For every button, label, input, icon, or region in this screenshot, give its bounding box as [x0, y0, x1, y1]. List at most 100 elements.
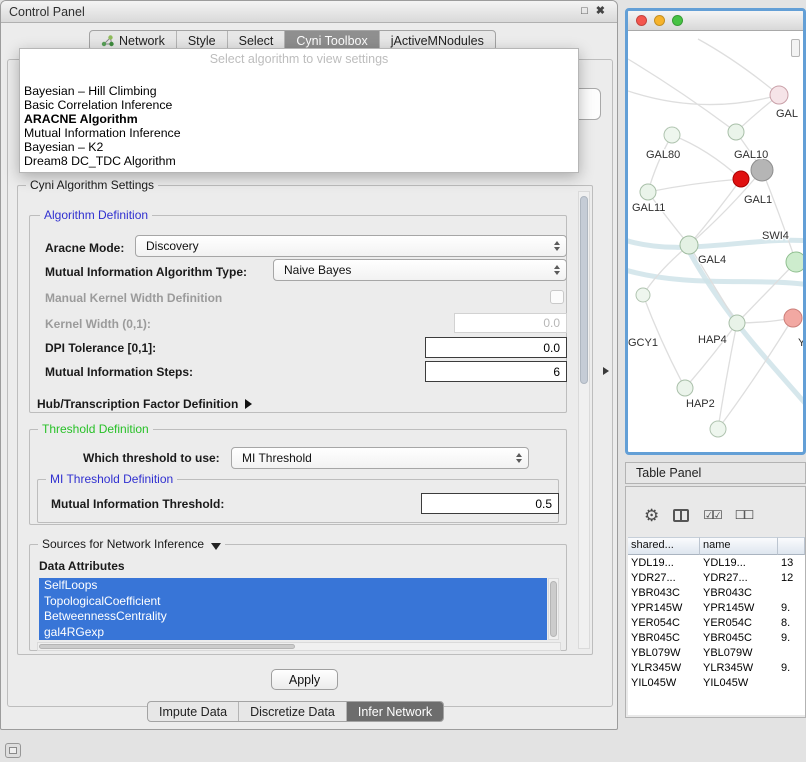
which-threshold-combobox[interactable]: MI Threshold: [231, 447, 529, 469]
kernel-width-label: Kernel Width (0,1):: [45, 317, 151, 331]
network-edge[interactable]: [648, 179, 741, 192]
table-row[interactable]: YBR043CYBR043C: [628, 585, 805, 600]
minimized-panel-icon[interactable]: [5, 743, 21, 758]
settings-vertical-scrollbar[interactable]: [578, 191, 590, 649]
network-edge[interactable]: [643, 245, 689, 295]
network-edge[interactable]: [762, 170, 796, 262]
network-edge[interactable]: [672, 135, 741, 179]
table-toolbar: ⚙ ☑☑ ☐☐: [626, 501, 805, 529]
kernel-width-field[interactable]: 0.0: [454, 313, 567, 333]
splitter-arrow[interactable]: [603, 367, 609, 375]
network-window-titlebar[interactable]: [628, 11, 803, 31]
aracne-mode-combobox[interactable]: Discovery: [135, 235, 567, 257]
network-node[interactable]: [770, 86, 788, 104]
tab-discretize-data[interactable]: Discretize Data: [239, 702, 347, 721]
table-panel-title: Table Panel: [636, 466, 701, 480]
network-edge[interactable]: [689, 170, 762, 245]
network-edge[interactable]: [648, 192, 689, 245]
unselect-all-columns-icon[interactable]: ☐☐: [735, 509, 753, 521]
algorithm-option[interactable]: Basic Correlation Inference: [20, 98, 578, 112]
node-label: SWI4: [762, 230, 789, 242]
algorithm-option[interactable]: Mutual Information Inference: [20, 126, 578, 140]
close-traffic-light[interactable]: [636, 15, 647, 26]
float-window-icon[interactable]: □: [577, 4, 592, 19]
select-all-columns-icon[interactable]: ☑☑: [703, 509, 721, 521]
network-edge[interactable]: [648, 135, 672, 192]
table-row[interactable]: YIL045WYIL045W: [628, 675, 805, 690]
cyni-settings-group-title: Cyni Algorithm Settings: [26, 178, 158, 192]
data-attribute-item[interactable]: SelfLoops: [39, 578, 547, 594]
table-row[interactable]: YDL19...YDL19...13: [628, 555, 805, 570]
algorithm-dropdown-list: Bayesian – Hill ClimbingBasic Correlatio…: [20, 84, 578, 168]
aracne-mode-value: Discovery: [146, 239, 554, 253]
data-attribute-item[interactable]: gal4RGexp: [39, 625, 547, 641]
close-window-icon[interactable]: ✖: [592, 4, 609, 19]
network-edge[interactable]: [698, 39, 779, 95]
data-attribute-item[interactable]: BetweennessCentrality: [39, 609, 547, 625]
table-panel-header[interactable]: Table Panel: [625, 462, 806, 484]
apply-button[interactable]: Apply: [271, 669, 338, 690]
network-node[interactable]: [710, 421, 726, 437]
columns-icon[interactable]: [673, 509, 689, 522]
network-edge[interactable]: [689, 179, 741, 245]
tab-label: Discretize Data: [250, 705, 335, 719]
network-node[interactable]: [733, 171, 749, 187]
control-panel-title: Control Panel: [9, 5, 85, 19]
column-header[interactable]: name: [700, 537, 778, 555]
network-canvas[interactable]: GALGAL80GAL10GAL11GAL1SWI4GAL4GCY1HAP4YH…: [628, 31, 803, 452]
tab-impute-data[interactable]: Impute Data: [148, 702, 239, 721]
network-node[interactable]: [636, 288, 650, 302]
network-node[interactable]: [680, 236, 698, 254]
bottom-tabstrip: Impute Data Discretize Data Infer Network: [147, 701, 444, 722]
algorithm-option[interactable]: ARACNE Algorithm: [20, 112, 578, 126]
network-node[interactable]: [640, 184, 656, 200]
column-header[interactable]: [778, 537, 805, 555]
network-node[interactable]: [677, 380, 693, 396]
list-vertical-scrollbar[interactable]: [548, 578, 559, 640]
table-row[interactable]: YPR145WYPR145W9.: [628, 600, 805, 615]
table-row[interactable]: YBL079WYBL079W: [628, 645, 805, 660]
network-node[interactable]: [664, 127, 680, 143]
network-scrollbar-fragment[interactable]: [791, 39, 800, 57]
scrollbar-thumb[interactable]: [550, 581, 557, 637]
network-edge[interactable]: [690, 253, 803, 409]
tab-label: jActiveMNodules: [391, 34, 484, 48]
mi-threshold-field[interactable]: 0.5: [421, 493, 559, 514]
zoom-traffic-light[interactable]: [672, 15, 683, 26]
network-edge[interactable]: [628, 91, 779, 105]
table-row[interactable]: YDR27...YDR27...12: [628, 570, 805, 585]
tab-infer-network[interactable]: Infer Network: [347, 702, 443, 721]
network-view-window: GALGAL80GAL10GAL11GAL1SWI4GAL4GCY1HAP4YH…: [625, 8, 806, 455]
mi-algorithm-type-combobox[interactable]: Naive Bayes: [273, 259, 567, 281]
hub-definition-toggle[interactable]: Hub/Transcription Factor Definition: [37, 397, 252, 411]
data-attribute-item[interactable]: TopologicalCoefficient: [39, 594, 547, 610]
list-horizontal-scrollbar[interactable]: [37, 642, 561, 651]
dpi-tolerance-field[interactable]: 0.0: [425, 337, 567, 358]
table-cell: YBR043C: [628, 587, 700, 599]
mi-steps-field[interactable]: 6: [425, 361, 567, 382]
table-cell: 9.: [778, 602, 805, 614]
algorithm-option[interactable]: Bayesian – Hill Climbing: [20, 84, 578, 98]
gear-icon[interactable]: ⚙: [644, 507, 659, 524]
algorithm-option[interactable]: Dream8 DC_TDC Algorithm: [20, 154, 578, 168]
network-node[interactable]: [728, 124, 744, 140]
table-row[interactable]: YER054CYER054C8.: [628, 615, 805, 630]
minimize-traffic-light[interactable]: [654, 15, 665, 26]
table-row[interactable]: YLR345WYLR345W9.: [628, 660, 805, 675]
scrollbar-thumb[interactable]: [580, 196, 588, 384]
control-panel-titlebar[interactable]: Control Panel □ ✖: [1, 1, 617, 23]
node-label: GAL: [776, 108, 798, 120]
manual-kernel-checkbox[interactable]: [550, 290, 564, 304]
table-cell: YBL079W: [628, 647, 700, 659]
network-edge[interactable]: [685, 323, 737, 388]
algorithm-option[interactable]: Bayesian – K2: [20, 140, 578, 154]
network-node[interactable]: [784, 309, 802, 327]
table-cell: YDR27...: [628, 572, 700, 584]
column-header[interactable]: shared...: [628, 537, 700, 555]
network-node[interactable]: [751, 159, 773, 181]
network-node[interactable]: [786, 252, 803, 272]
scrollbar-thumb[interactable]: [39, 644, 295, 649]
table-row[interactable]: YBR045CYBR045C9.: [628, 630, 805, 645]
network-node[interactable]: [729, 315, 745, 331]
sources-group-title[interactable]: Sources for Network Inference: [38, 537, 225, 551]
